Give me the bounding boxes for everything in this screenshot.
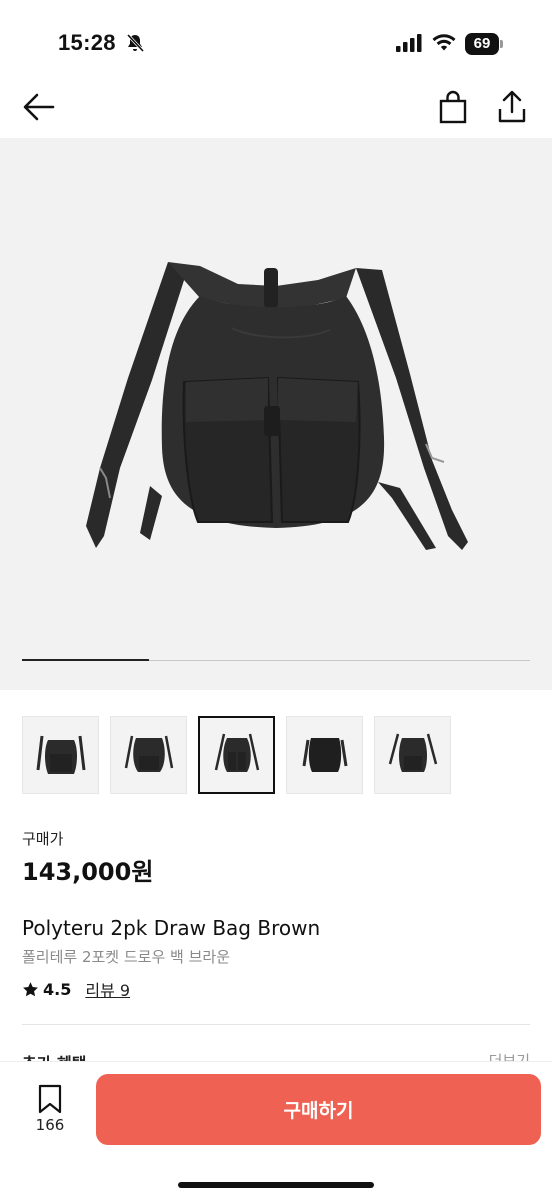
product-name-ko: 폴리테루 2포켓 드로우 백 브라운 [22, 948, 231, 966]
home-indicator [178, 1182, 374, 1188]
bell-off-icon [126, 33, 145, 53]
thumbnail-2[interactable] [110, 716, 187, 794]
wish-count: 166 [35, 1116, 65, 1134]
status-time: 15:28 [58, 30, 116, 55]
bookmark-icon [38, 1084, 62, 1114]
top-nav [0, 80, 552, 136]
backpack-image [86, 262, 468, 550]
status-bar: 15:28 69 [0, 0, 552, 80]
price-label: 구매가 [22, 830, 64, 848]
rating-value: 4.5 [43, 979, 72, 999]
shopping-bag-icon[interactable] [438, 90, 468, 124]
thumbnail-4[interactable] [286, 716, 363, 794]
thumbnail-1[interactable] [22, 716, 99, 794]
battery-icon: 69 [465, 33, 503, 55]
divider [22, 1024, 530, 1025]
thumbnail-3-selected[interactable] [198, 716, 275, 794]
wishlist-button[interactable]: 166 [28, 1084, 72, 1144]
product-image-carousel[interactable] [0, 138, 552, 690]
battery-level: 69 [465, 33, 499, 55]
share-icon[interactable] [496, 90, 528, 124]
product-name-en: Polyteru 2pk Draw Bag Brown [22, 916, 321, 940]
wifi-icon [432, 34, 456, 51]
signal-icon [396, 34, 422, 52]
price: 143,000원 [22, 858, 154, 886]
review-link[interactable]: 리뷰 9 [85, 977, 130, 1001]
thumbnail-5[interactable] [374, 716, 451, 794]
back-arrow-icon[interactable] [22, 92, 56, 122]
carousel-progress-fill [22, 659, 149, 661]
buy-button[interactable]: 구매하기 [96, 1074, 541, 1145]
carousel-progress [22, 659, 530, 661]
star-icon [23, 981, 38, 996]
bottom-action-bar: 166 구매하기 [0, 1062, 552, 1200]
rating-row: 4.5 리뷰 9 [22, 978, 130, 1000]
thumbnail-strip [22, 716, 451, 794]
